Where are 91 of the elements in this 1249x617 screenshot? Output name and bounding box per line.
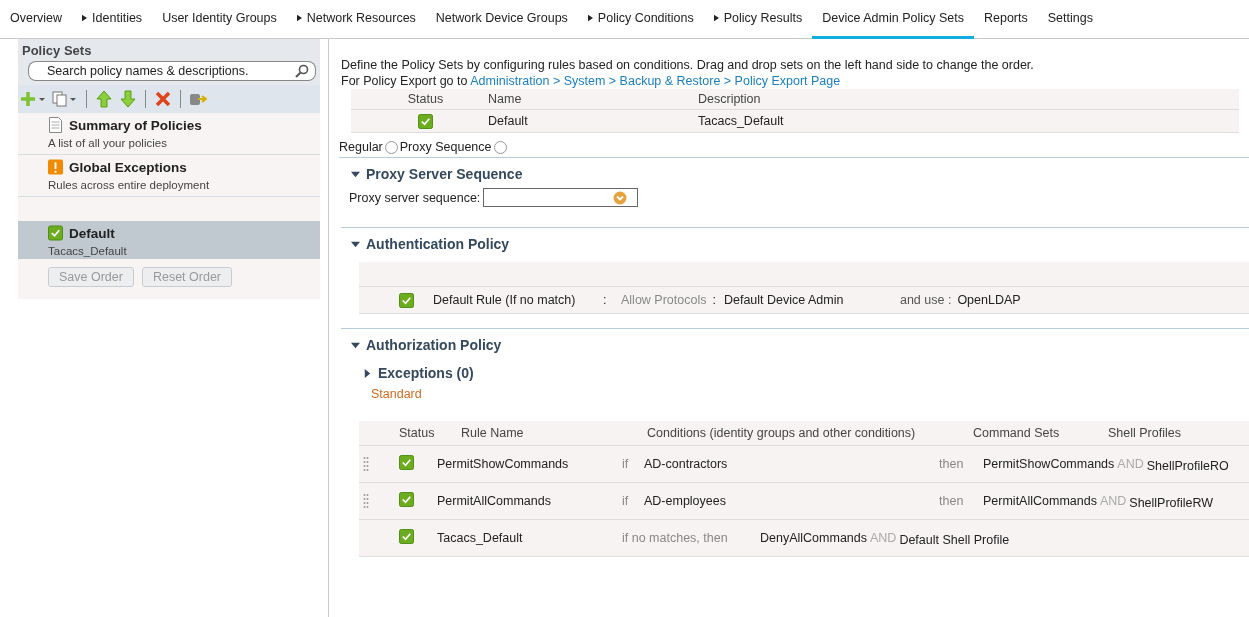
section-title: Proxy Server Sequence: [366, 166, 523, 182]
and-label: AND: [870, 531, 897, 545]
and-label: AND: [1099, 494, 1127, 508]
policy-set-title: Global Exceptions: [69, 159, 187, 175]
nav-tab[interactable]: Device Admin Policy Sets: [812, 0, 974, 39]
checkbox[interactable]: [399, 492, 414, 507]
move-up-icon[interactable]: [95, 90, 113, 108]
if-label: if no matches, then: [622, 531, 729, 545]
policy-set-description: A list of all your policies: [48, 137, 168, 149]
policy-set-item[interactable]: Global Exceptions Rules across entire deployment: [18, 155, 320, 197]
nav-tab[interactable]: Identities: [72, 0, 153, 39]
copy-icon[interactable]: [52, 90, 78, 108]
caret-icon[interactable]: [351, 239, 360, 249]
rule-name: PermitShowCommands: [437, 457, 570, 471]
move-down-icon[interactable]: [119, 90, 137, 108]
column-header: Description: [698, 92, 762, 106]
radio-button[interactable]: [493, 140, 507, 154]
then-label: then: [939, 457, 965, 471]
add-icon[interactable]: [20, 90, 46, 108]
checkbox[interactable]: [399, 529, 414, 544]
export-link[interactable]: Administration > System > Backup & Restore > Policy Export Page: [470, 74, 841, 88]
identity-source-value: OpenLDAP: [957, 293, 1021, 307]
caret-icon[interactable]: [351, 340, 360, 350]
dropdown-icon: [613, 190, 628, 205]
nav-tab[interactable]: Network Resources: [286, 0, 426, 39]
column-header: Rule Name: [461, 426, 525, 440]
policy-set-title: Default: [69, 225, 115, 241]
shell-profile-value: Default Shell Profile: [899, 532, 1010, 547]
nav-tab[interactable]: Policy Conditions: [577, 0, 704, 39]
if-label: if: [622, 494, 630, 508]
shell-profile-value: ShellProfileRO: [1146, 458, 1229, 473]
proxy-sequence-dropdown[interactable]: [483, 188, 639, 207]
rule-name: PermitAllCommands: [437, 494, 552, 508]
document-icon: [48, 117, 63, 133]
column-header: Shell Profiles: [1108, 426, 1181, 440]
rule-name: Default Rule (If no match): [433, 293, 577, 307]
command-set-value: PermitAllCommands: [983, 494, 1097, 508]
checkbox[interactable]: [399, 455, 414, 470]
column-header: Name: [488, 92, 523, 106]
caret-icon[interactable]: [363, 368, 372, 378]
condition-value: AD-contractors: [644, 457, 729, 471]
column-header: Status: [399, 426, 436, 440]
standard-label: Standard: [370, 387, 423, 401]
radio-label: Proxy Sequence: [399, 140, 492, 154]
then-label: then: [939, 494, 965, 508]
separator-text: :: [712, 293, 716, 307]
field-label: Proxy server sequence:: [349, 190, 481, 205]
section-title: Authentication Policy: [366, 236, 510, 252]
nav-tab[interactable]: Settings: [1037, 0, 1103, 39]
radio-label: Regular: [339, 140, 383, 154]
rule-name: Tacacs_Default: [437, 531, 524, 545]
command-set-value: PermitShowCommands: [983, 457, 1115, 471]
intro-text: Define the Policy Sets by configuring rules based on conditions. Drag and drop sets on the left hand side to change the order.: [341, 57, 1035, 73]
separator-text: :: [603, 293, 608, 307]
nav-tab[interactable]: Policy Results: [703, 0, 813, 39]
column-header: Conditions (identity groups and other conditions): [647, 426, 917, 440]
policy-set-description: Rules across entire deployment: [48, 179, 211, 191]
and-label: AND: [1117, 457, 1144, 471]
drag-handle-icon[interactable]: [363, 493, 369, 509]
panel-title: Policy Sets: [18, 39, 320, 59]
search-icon: [295, 61, 316, 81]
nav-tab[interactable]: Overview: [0, 0, 73, 39]
table-cell-text: Tacacs_Default: [698, 114, 785, 128]
radio-button[interactable]: [384, 140, 398, 154]
policy-set-title: Summary of Policies: [69, 117, 202, 133]
column-header: Command Sets: [973, 426, 1061, 440]
use-label: and use :: [899, 293, 952, 307]
policy-set-item[interactable]: Summary of Policies A list of all your policies: [18, 113, 320, 155]
allow-protocols-label: Allow Protocols: [621, 293, 707, 307]
checkbox[interactable]: [418, 113, 433, 129]
section-title: Authorization Policy: [366, 337, 502, 353]
exceptions-title: Exceptions (0): [378, 365, 474, 381]
policy-set-description: Tacacs_Default: [48, 245, 128, 257]
if-label: if: [622, 457, 630, 471]
policy-set-item[interactable]: Default Tacacs_Default: [18, 221, 320, 259]
table-cell-text: Default: [488, 114, 529, 128]
checkbox[interactable]: [399, 292, 414, 308]
nav-tab[interactable]: Network Device Groups: [425, 0, 578, 39]
export-text: For Policy Export go to: [341, 74, 468, 88]
drag-handle-icon[interactable]: [363, 456, 369, 472]
nav-tab[interactable]: Reports: [973, 0, 1038, 39]
warning-icon: [48, 159, 63, 175]
search-field[interactable]: Search policy names & descriptions.: [18, 59, 320, 85]
column-header: Status: [406, 92, 445, 106]
protocols-value: Default Device Admin: [723, 293, 845, 307]
condition-value: AD-employees: [644, 494, 727, 508]
command-set-value: DenyAllCommands: [760, 531, 867, 545]
caret-icon[interactable]: [351, 169, 360, 179]
delete-icon[interactable]: [154, 90, 172, 108]
nav-tab[interactable]: User Identity Groups: [152, 0, 287, 39]
shell-profile-value: ShellProfileRW: [1129, 495, 1214, 510]
